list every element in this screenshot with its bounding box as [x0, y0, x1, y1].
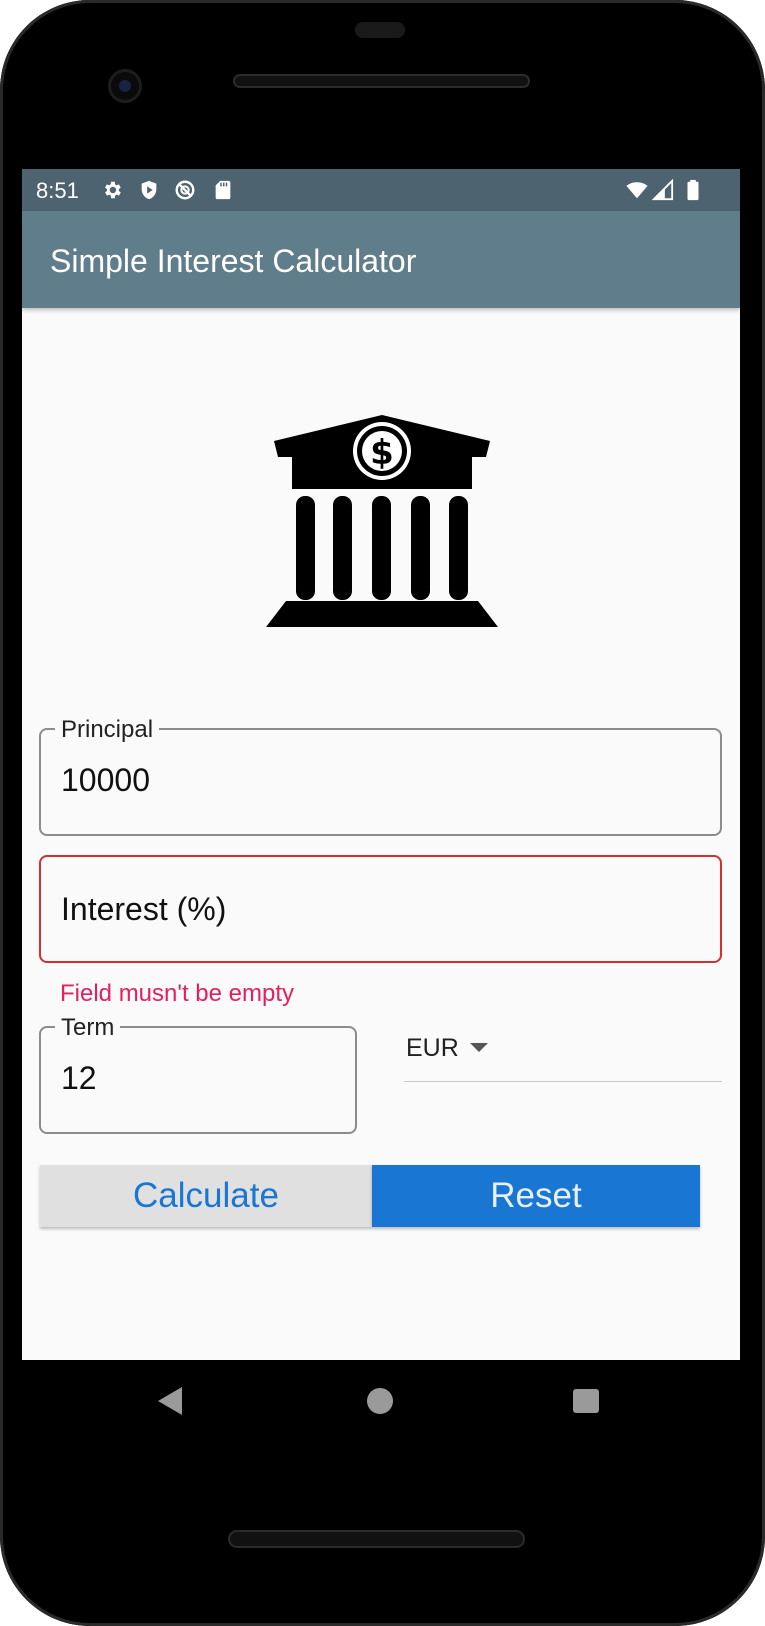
screen: 8:51 Simple Interest Calculator $ Princi…	[22, 169, 740, 1360]
top-sensor	[355, 22, 405, 38]
phone-frame: 8:51 Simple Interest Calculator $ Princi…	[0, 0, 765, 1626]
svg-text:$: $	[370, 433, 394, 473]
dropdown-arrow-icon	[470, 1043, 488, 1052]
wifi-icon	[626, 182, 648, 199]
battery-icon	[687, 179, 699, 201]
cell-signal-icon	[652, 179, 674, 201]
interest-field[interactable]: Interest (%)	[39, 855, 722, 963]
app-bar: Simple Interest Calculator	[22, 211, 740, 308]
currency-dropdown[interactable]: EUR	[404, 1019, 722, 1082]
home-icon[interactable]	[367, 1388, 393, 1414]
term-label: Term	[55, 1014, 121, 1042]
term-value: 12	[61, 1060, 97, 1096]
principal-value: 10000	[61, 762, 150, 798]
calculate-button[interactable]: Calculate	[40, 1165, 372, 1227]
recents-icon[interactable]	[573, 1389, 599, 1413]
front-camera	[108, 69, 142, 103]
interest-placeholder: Interest (%)	[61, 891, 227, 927]
earpiece-speaker	[233, 74, 530, 88]
shield-play-icon	[141, 180, 157, 200]
currency-selected: EUR	[406, 1034, 459, 1062]
sd-card-icon	[215, 180, 231, 200]
gear-icon	[105, 181, 121, 199]
app-title: Simple Interest Calculator	[50, 243, 417, 279]
bank-dollar-icon: $	[266, 415, 498, 627]
back-icon[interactable]	[158, 1387, 182, 1415]
interest-error-text: Field musn't be empty	[60, 980, 295, 1007]
principal-field[interactable]: Principal 10000	[39, 716, 722, 836]
principal-label: Principal	[55, 716, 160, 744]
no-sync-icon	[175, 180, 195, 200]
status-bar: 8:51	[22, 169, 740, 211]
navigation-bar	[0, 1360, 765, 1470]
status-time: 8:51	[36, 178, 79, 203]
bottom-speaker	[228, 1530, 525, 1548]
term-field[interactable]: Term 12	[39, 1014, 357, 1134]
reset-button[interactable]: Reset	[372, 1165, 700, 1227]
